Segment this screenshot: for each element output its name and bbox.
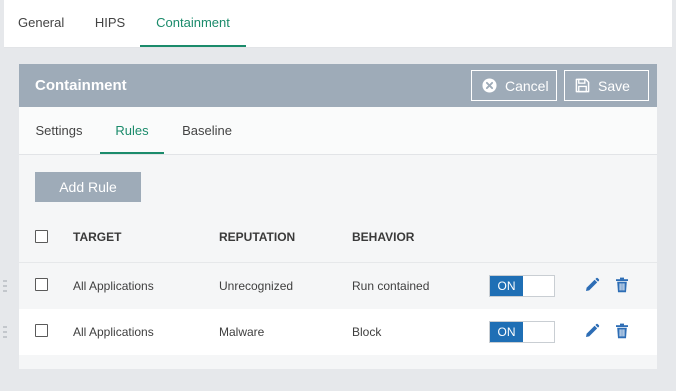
select-all-checkbox[interactable] <box>35 230 48 243</box>
edit-pencil-icon[interactable] <box>584 277 600 293</box>
edit-pencil-icon[interactable] <box>584 323 600 339</box>
save-label: Save <box>598 77 630 94</box>
column-header-target: TARGET <box>73 230 122 244</box>
cancel-button[interactable]: Cancel <box>471 70 557 101</box>
save-button[interactable]: Save <box>564 70 649 101</box>
cancel-icon <box>482 78 497 93</box>
panel-header: Containment Cancel Save <box>19 64 657 107</box>
tab-hips[interactable]: HIPS <box>94 0 126 48</box>
rule-toggle[interactable]: ON <box>489 321 555 343</box>
row-checkbox[interactable] <box>35 324 48 337</box>
save-icon <box>575 78 590 93</box>
panel-title: Containment <box>35 77 127 94</box>
rule-toggle[interactable]: ON <box>489 275 555 297</box>
drag-handle-icon[interactable] <box>3 326 7 339</box>
table-row: All Applications Malware Block ON <box>3 309 657 355</box>
tab-general[interactable]: General <box>18 0 64 48</box>
top-tab-bar: General HIPS Containment <box>4 0 672 48</box>
row-checkbox[interactable] <box>35 278 48 291</box>
sub-tab-bar: Settings Rules Baseline <box>19 107 657 155</box>
row-reputation: Unrecognized <box>219 279 294 293</box>
delete-trash-icon[interactable] <box>614 323 630 339</box>
tab-settings[interactable]: Settings <box>35 107 83 154</box>
toggle-on-label: ON <box>490 276 523 296</box>
tab-rules[interactable]: Rules <box>100 107 164 154</box>
row-reputation: Malware <box>219 325 265 339</box>
table-row: All Applications Unrecognized Run contai… <box>3 263 657 309</box>
tab-baseline[interactable]: Baseline <box>182 107 232 154</box>
row-target: All Applications <box>73 325 154 339</box>
containment-panel: Containment Cancel Save Settings Rules B… <box>3 64 657 369</box>
drag-handle-icon[interactable] <box>3 280 7 293</box>
row-behavior: Run contained <box>352 279 430 293</box>
tab-containment[interactable]: Containment <box>140 0 246 48</box>
delete-trash-icon[interactable] <box>614 277 630 293</box>
row-target: All Applications <box>73 279 154 293</box>
column-header-behavior: BEHAVIOR <box>352 230 415 244</box>
cancel-label: Cancel <box>505 77 549 94</box>
row-behavior: Block <box>352 325 382 339</box>
column-header-reputation: REPUTATION <box>219 230 296 244</box>
add-rule-button[interactable]: Add Rule <box>35 172 141 202</box>
toggle-on-label: ON <box>490 322 523 342</box>
